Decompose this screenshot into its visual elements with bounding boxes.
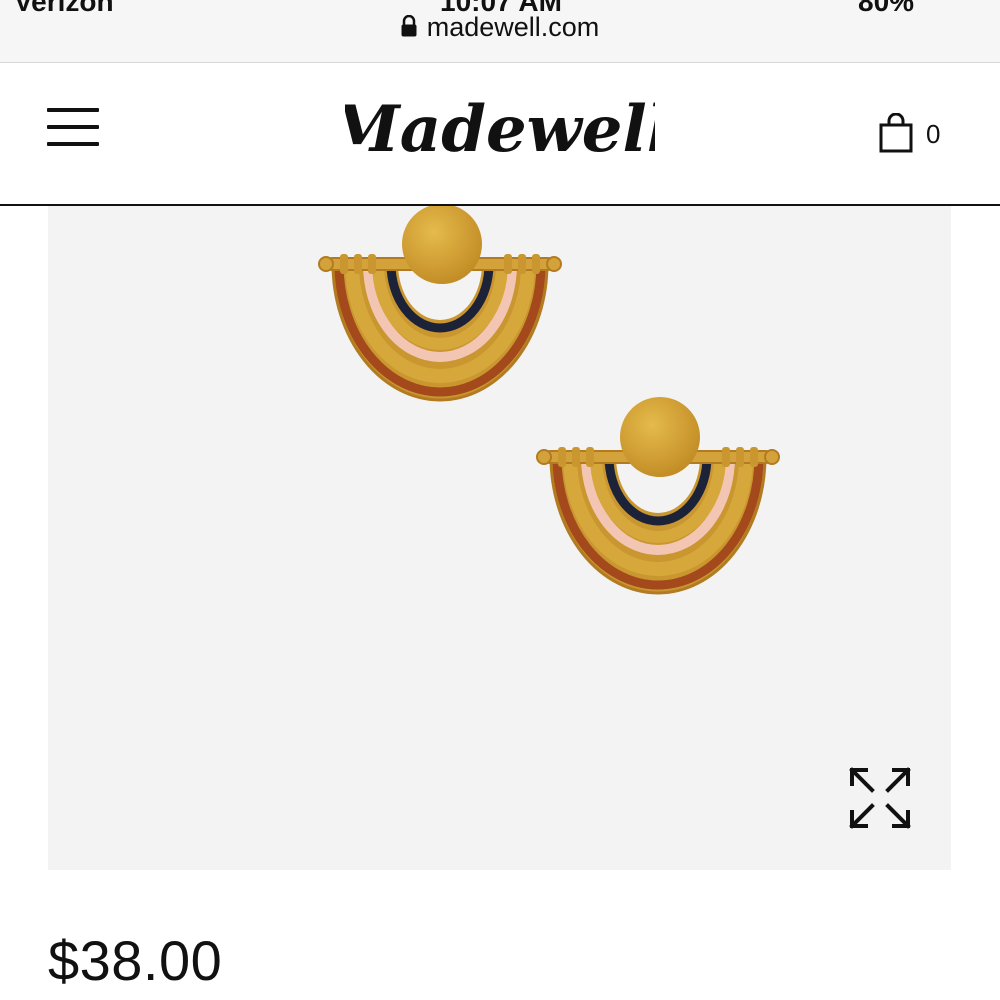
lock-icon [401,13,417,44]
logo-text: Madewell [345,92,655,167]
status-bar: Verizon 10:07 AM 80% madewell.com [0,0,1000,63]
earring-right [536,397,780,595]
hamburger-menu-icon[interactable] [47,108,99,148]
shopping-bag-button[interactable]: 0 [878,112,958,157]
product-image[interactable] [48,206,951,870]
earrings-illustration [318,206,780,595]
bag-count: 0 [926,119,941,149]
expand-arrows-icon[interactable] [848,766,912,830]
site-header: Madewell 0 [0,63,1000,206]
madewell-logo[interactable]: Madewell [327,83,671,183]
shopping-bag-icon [879,112,913,153]
url-text[interactable]: madewell.com [427,12,600,42]
address-bar[interactable]: madewell.com [0,12,1000,44]
earring-left [318,206,562,402]
product-price: $38.00 [48,929,223,992]
